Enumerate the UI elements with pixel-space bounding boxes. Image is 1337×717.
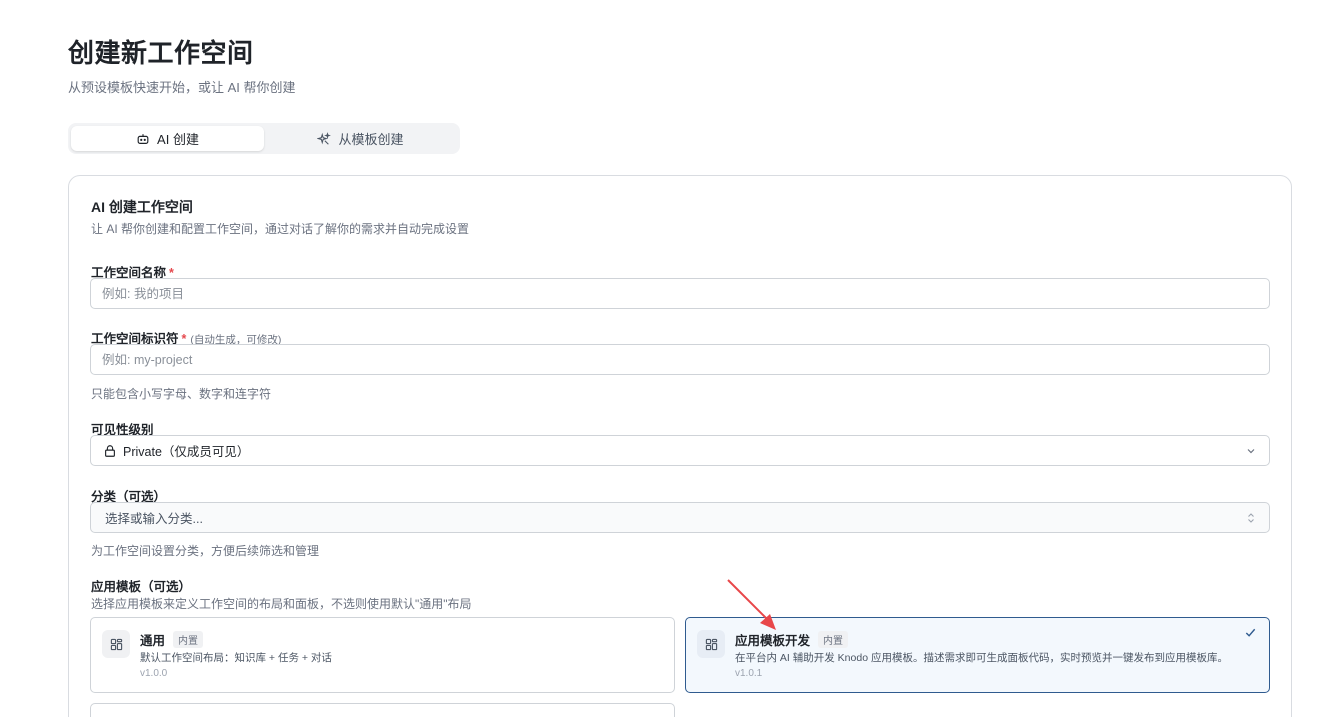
template-name-text: 通用 [140, 634, 166, 648]
template-name: 应用模板开发 内置 [735, 630, 849, 649]
lock-icon [105, 444, 115, 457]
visibility-value: Private（仅成员可见） [123, 445, 250, 459]
ai-create-card: AI 创建工作空间 让 AI 帮你创建和配置工作空间，通过对话了解你的需求并自动… [68, 175, 1292, 717]
page-title: 创建新工作空间 [68, 38, 254, 68]
chevrons-up-down-icon [1248, 512, 1254, 523]
template-icon [697, 630, 725, 658]
builtin-badge: 内置 [818, 631, 849, 648]
tab-from-template-label: 从模板创建 [338, 132, 404, 147]
builtin-badge: 内置 [173, 631, 204, 648]
template-version: v1.0.1 [735, 668, 763, 679]
page-subtitle: 从预设模板快速开始，或让 AI 帮你创建 [68, 80, 296, 95]
workspace-slug-input[interactable] [90, 344, 1270, 375]
template-icon [102, 630, 130, 658]
category-placeholder: 选择或输入分类... [105, 512, 203, 526]
visibility-select[interactable]: Private（仅成员可见） [90, 435, 1270, 466]
tab-from-template[interactable]: 从模板创建 [264, 126, 457, 151]
template-description: 默认工作空间布局：知识库 + 任务 + 对话 [140, 652, 332, 664]
chevron-down-icon [1247, 448, 1255, 453]
app-template-label: 应用模板（可选） [91, 580, 192, 594]
layout-grid-icon [705, 638, 717, 650]
slug-hint: 只能包含小写字母、数字和连字符 [91, 387, 272, 401]
category-combobox[interactable]: 选择或输入分类... [90, 502, 1270, 533]
template-version: v1.0.0 [140, 668, 168, 679]
template-card-app-dev[interactable]: 应用模板开发 内置 在平台内 AI 辅助开发 Knodo 应用模板。描述需求即可… [685, 617, 1270, 693]
card-description: 让 AI 帮你创建和配置工作空间，通过对话了解你的需求并自动完成设置 [91, 222, 470, 236]
category-hint: 为工作空间设置分类，方便后续筛选和管理 [91, 544, 320, 558]
tab-ai-create[interactable]: AI 创建 [71, 126, 264, 151]
template-name: 通用 内置 [140, 630, 204, 649]
app-template-description: 选择应用模板来定义工作空间的布局和面板，不选则使用默认"通用"布局 [91, 597, 472, 611]
card-title: AI 创建工作空间 [91, 199, 193, 215]
mode-tabs: AI 创建 从模板创建 [68, 123, 460, 154]
layout-grid-icon [110, 638, 122, 650]
template-card-general[interactable]: 通用 内置 默认工作空间布局：知识库 + 任务 + 对话 v1.0.0 [90, 617, 675, 693]
tab-ai-create-label: AI 创建 [157, 132, 199, 147]
template-name-text: 应用模板开发 [735, 634, 811, 648]
bot-icon [137, 133, 149, 144]
sparkles-icon [317, 131, 332, 145]
workspace-name-input[interactable] [90, 278, 1270, 309]
template-description: 在平台内 AI 辅助开发 Knodo 应用模板。描述需求即可生成面板代码，实时预… [735, 652, 1228, 664]
template-card-partial[interactable] [90, 703, 675, 717]
check-icon [1245, 628, 1256, 637]
